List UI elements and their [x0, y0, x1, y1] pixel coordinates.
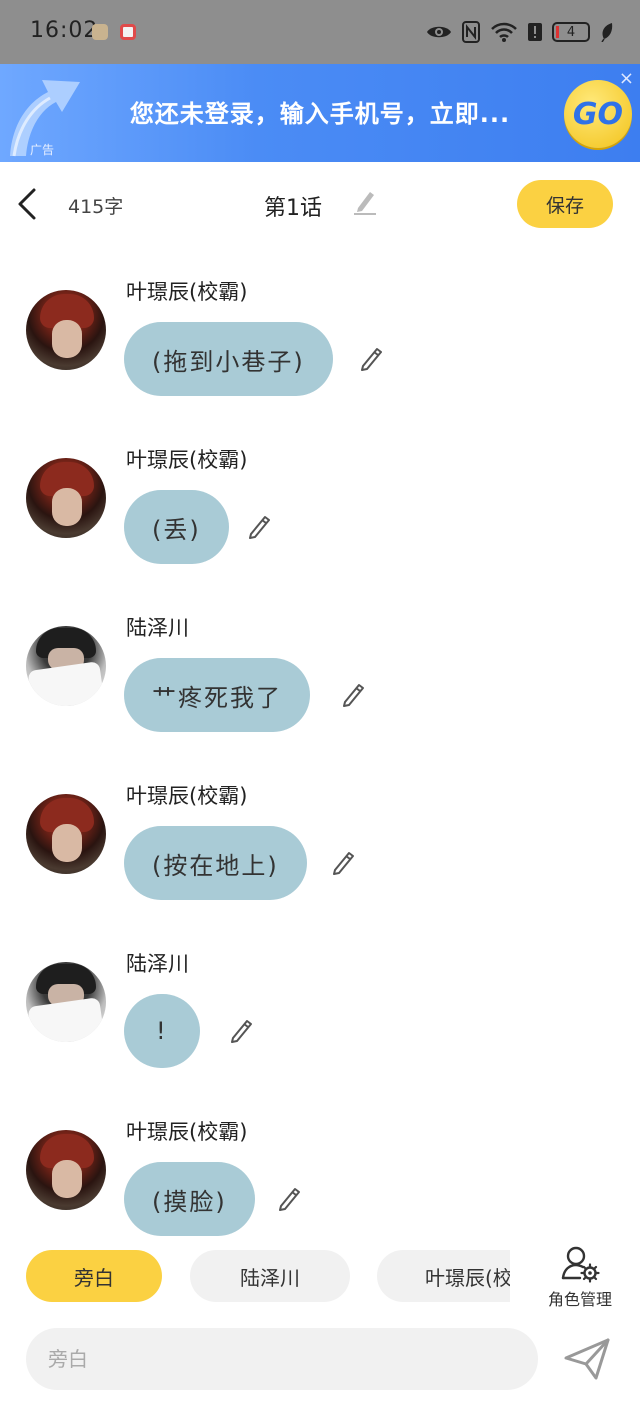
word-count: 415字: [68, 196, 124, 218]
message-item[interactable]: 叶璟辰(校霸) (按在地上): [0, 754, 640, 922]
edit-title-icon[interactable]: [352, 188, 378, 216]
message-bubble[interactable]: 艹疼死我了: [124, 658, 310, 732]
save-button[interactable]: 保存: [517, 180, 613, 228]
editor-header: 415字 第1话 保存: [0, 162, 640, 250]
send-icon[interactable]: [562, 1336, 612, 1382]
message-bubble[interactable]: (摸脸): [124, 1162, 255, 1236]
app-notification-icon: [120, 24, 136, 40]
role-management-button[interactable]: 角色管理: [530, 1240, 630, 1318]
avatar[interactable]: [26, 626, 106, 706]
message-item[interactable]: 叶璟辰(校霸) (拖到小巷子): [0, 250, 640, 418]
ad-banner[interactable]: 您还未登录，输入手机号，立即... 广告 GO ×: [0, 64, 640, 162]
status-bar: 16:02 4: [0, 0, 640, 64]
message-list[interactable]: 叶璟辰(校霸) (拖到小巷子) 叶璟辰(校霸) (丢) 陆泽川 艹疼死我了 叶璟…: [0, 250, 640, 1240]
status-icons: 4: [426, 18, 614, 46]
ad-text: 您还未登录，输入手机号，立即...: [129, 100, 511, 128]
pencil-edit-icon[interactable]: [246, 512, 272, 540]
speaker-name: 叶璟辰(校霸): [126, 448, 248, 472]
app-notification-icon: [92, 24, 108, 40]
avatar[interactable]: [26, 794, 106, 874]
eye-icon: [427, 26, 451, 38]
avatar[interactable]: [26, 1130, 106, 1210]
back-icon[interactable]: [14, 186, 44, 222]
message-bubble[interactable]: !: [124, 994, 200, 1068]
message-item[interactable]: 叶璟辰(校霸) (丢): [0, 418, 640, 586]
leaf-icon: [601, 23, 613, 42]
speaker-name: 叶璟辰(校霸): [126, 280, 248, 304]
role-management-label: 角色管理: [547, 1290, 612, 1309]
message-item[interactable]: 陆泽川 艹疼死我了: [0, 586, 640, 754]
avatar[interactable]: [26, 290, 106, 370]
wifi-icon: [491, 22, 517, 42]
role-selector: 旁白 陆泽川 叶璟辰(校霸) 角色管理: [0, 1240, 640, 1318]
avatar[interactable]: [26, 458, 106, 538]
speaker-name: 陆泽川: [126, 952, 189, 976]
ad-close-icon[interactable]: ×: [619, 68, 634, 89]
role-chip-narration[interactable]: 旁白: [26, 1250, 162, 1302]
chapter-title[interactable]: 第1话: [264, 190, 322, 222]
user-settings-icon: [561, 1246, 600, 1283]
role-chip-lu-zechuan[interactable]: 陆泽川: [190, 1250, 350, 1302]
speaker-name: 叶璟辰(校霸): [126, 1120, 248, 1144]
message-input[interactable]: [26, 1328, 538, 1390]
pencil-edit-icon[interactable]: [358, 344, 384, 372]
avatar[interactable]: [26, 962, 106, 1042]
pencil-edit-icon[interactable]: [228, 1016, 254, 1044]
message-item[interactable]: 陆泽川 !: [0, 922, 640, 1090]
status-time: 16:02: [30, 18, 99, 43]
input-bar: [0, 1318, 640, 1408]
speaker-name: 叶璟辰(校霸): [126, 784, 248, 808]
speaker-name: 陆泽川: [126, 616, 189, 640]
message-item[interactable]: 叶璟辰(校霸) (摸脸): [0, 1090, 640, 1240]
battery-level: 4: [566, 24, 576, 40]
message-bubble[interactable]: (拖到小巷子): [124, 322, 333, 396]
message-bubble[interactable]: (丢): [124, 490, 229, 564]
pencil-edit-icon[interactable]: [276, 1184, 302, 1212]
battery-icon: 4: [552, 22, 590, 42]
nfc-icon: [462, 21, 480, 43]
pencil-edit-icon[interactable]: [340, 680, 366, 708]
ad-label: 广告: [30, 143, 55, 157]
pencil-edit-icon[interactable]: [330, 848, 356, 876]
alert-icon: [528, 23, 542, 41]
ad-go-button[interactable]: GO: [564, 80, 632, 148]
message-bubble[interactable]: (按在地上): [124, 826, 307, 900]
